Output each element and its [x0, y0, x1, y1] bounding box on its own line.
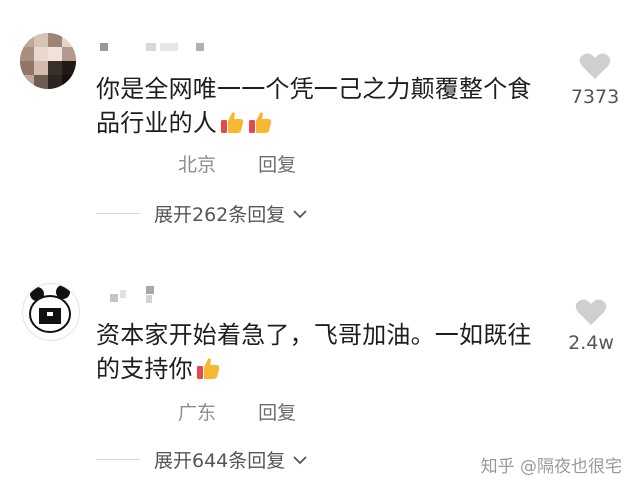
reply-button[interactable]: 回复	[258, 402, 296, 424]
comment-text: 资本家开始着急了，飞哥加油。一如既往 的支持你	[96, 321, 532, 383]
panda-avatar-icon	[29, 285, 71, 333]
comment-meta: 广东 回复	[178, 398, 296, 425]
avatar[interactable]	[22, 283, 80, 341]
username-redacted[interactable]	[110, 286, 170, 303]
divider-line	[96, 459, 140, 460]
thumbs-up-icon	[196, 358, 220, 379]
like-control[interactable]: 2.4w	[556, 298, 626, 354]
heart-icon	[575, 299, 607, 325]
watermark: 知乎 @隔夜也很宅	[480, 457, 622, 477]
comment-item: 资本家开始着急了，飞哥加油。一如既往 的支持你 广东 回复 展开644条回复 2…	[0, 0, 640, 491]
like-count: 2.4w	[568, 332, 614, 354]
expand-replies-label: 展开644条回复	[154, 450, 286, 472]
chevron-down-icon	[293, 455, 307, 464]
expand-replies-button[interactable]: 展开644条回复	[96, 446, 309, 473]
location-label: 广东	[178, 402, 217, 424]
